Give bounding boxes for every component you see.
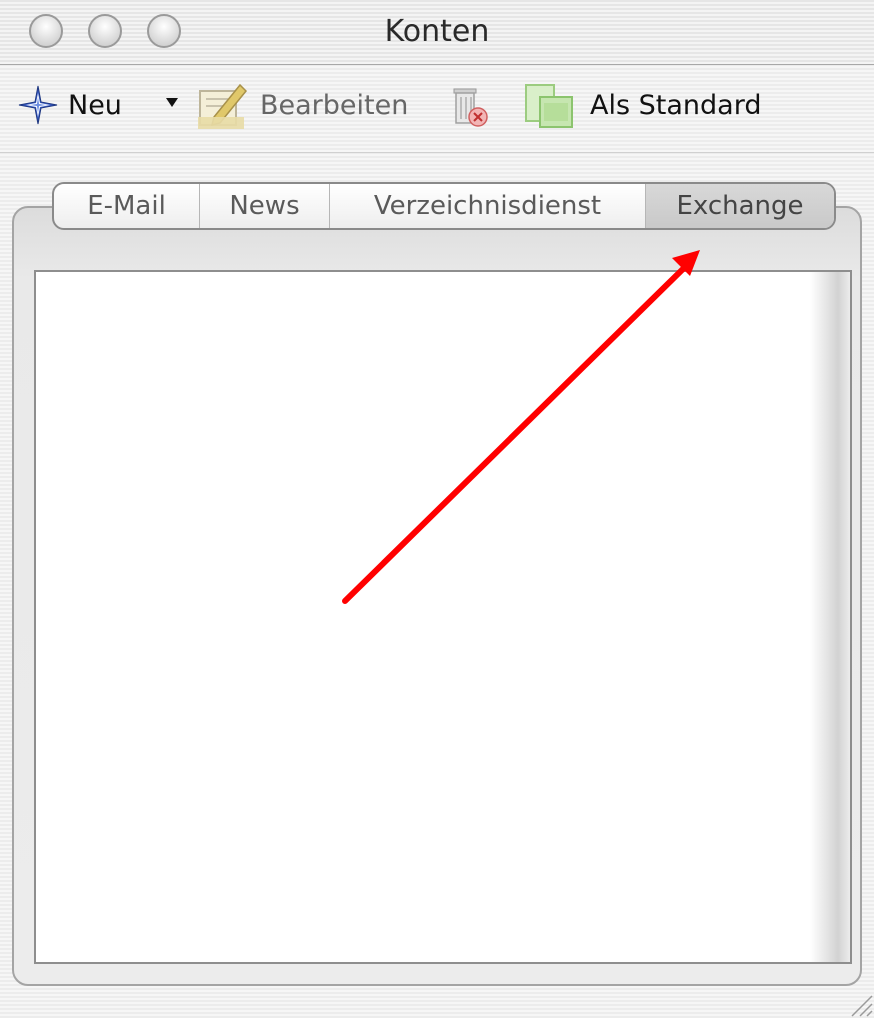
window-title: Konten <box>384 14 490 49</box>
new-dropdown-arrow[interactable] <box>166 98 178 107</box>
tab-news[interactable]: News <box>200 184 330 228</box>
accounts-list[interactable] <box>34 270 852 964</box>
title-bar[interactable]: Konten <box>0 0 874 64</box>
tab-directory-service[interactable]: Verzeichnisdienst <box>330 184 646 228</box>
compass-star-icon <box>18 85 58 125</box>
toolbar: Neu Bearbeiten Als Standard <box>0 66 874 152</box>
set-default-icon <box>525 84 573 128</box>
titlebar-divider <box>0 64 874 65</box>
new-button-label: Neu <box>68 89 122 121</box>
edit-document-icon <box>198 83 248 129</box>
toolbar-divider <box>0 152 874 153</box>
new-button[interactable]: Neu <box>18 80 122 130</box>
list-scrollbar[interactable] <box>810 272 850 962</box>
trash-icon <box>453 88 488 127</box>
accounts-window: Konten Neu Bearbeiten Als Standard E-Mai… <box>0 0 874 1018</box>
account-type-tabs: E-Mail News Verzeichnisdienst Exchange <box>52 182 836 230</box>
edit-button[interactable]: Bearbeiten <box>196 80 408 130</box>
set-default-button-label: Als Standard <box>590 89 762 121</box>
edit-button-label: Bearbeiten <box>260 89 409 121</box>
delete-button[interactable] <box>444 80 496 130</box>
resize-grip-icon[interactable] <box>846 990 874 1018</box>
tab-email[interactable]: E-Mail <box>54 184 200 228</box>
tab-exchange[interactable]: Exchange <box>646 184 834 228</box>
set-default-button[interactable]: Als Standard <box>522 80 761 130</box>
